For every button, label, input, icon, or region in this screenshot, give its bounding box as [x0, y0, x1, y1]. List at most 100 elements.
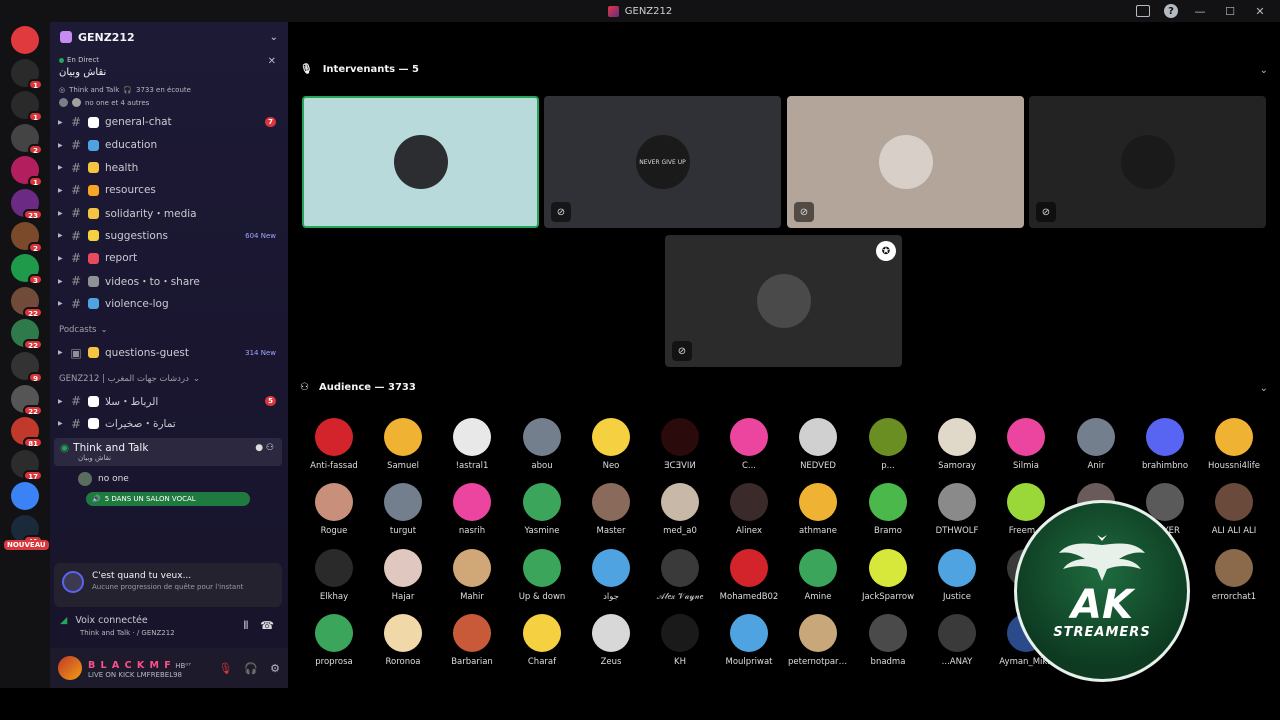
audience-member[interactable]: Elkhay — [304, 549, 364, 602]
server-sf-2[interactable]: 1 — [11, 91, 43, 123]
gear-icon[interactable]: ⚙ — [270, 662, 280, 675]
audience-member[interactable]: Rogue — [304, 483, 364, 536]
audience-member[interactable]: Neo — [581, 418, 641, 471]
audience-member[interactable]: Moulpriwat — [719, 614, 779, 667]
server-sf-1[interactable]: 1 — [11, 58, 43, 90]
audience-member[interactable]: Houssni4life — [1204, 418, 1264, 471]
audience-member[interactable]: JackSparrow — [858, 549, 918, 602]
help-icon[interactable]: ? — [1164, 4, 1178, 18]
audience-member[interactable]: ...ANAY — [927, 614, 987, 667]
discord-home[interactable] — [11, 26, 39, 54]
channel-item[interactable]: ▶ # general-chat 7 — [50, 111, 288, 134]
speaker-4-tile[interactable]: ⊘ — [1029, 96, 1266, 228]
audience-member[interactable]: Charaf — [512, 614, 572, 667]
server-7[interactable]: 3 — [11, 254, 43, 286]
audience-member[interactable]: Mahir — [442, 549, 502, 602]
channel-item[interactable]: ▶ # education — [50, 134, 288, 157]
speakers-header[interactable]: 🎙 Intervenants — 5 — [300, 64, 419, 75]
category-podcasts[interactable]: Podcasts ⌄ — [50, 315, 288, 341]
audience-member[interactable]: C... — [719, 418, 779, 471]
speaker-5-tile[interactable]: ⊘ ✪ — [665, 235, 902, 367]
guild-header[interactable]: GENZ212 ⌄ — [50, 22, 288, 52]
audience-member[interactable]: bnadma — [858, 614, 918, 667]
audience-member[interactable]: proprosa — [304, 614, 364, 667]
audience-member[interactable]: p... — [858, 418, 918, 471]
audience-member[interactable]: brahimbno — [1135, 418, 1195, 471]
audience-member[interactable]: MohamedB02 — [719, 549, 779, 602]
audience-member[interactable]: Samuel — [373, 418, 433, 471]
audience-member[interactable]: Justice — [927, 549, 987, 602]
audience-member[interactable]: KH — [650, 614, 710, 667]
audience-member[interactable]: Master — [581, 483, 641, 536]
channel-item[interactable]: ▶ # violence-log — [50, 293, 288, 316]
server-11[interactable]: 22 — [11, 384, 43, 416]
server-12[interactable]: 81 — [11, 417, 43, 449]
server-14[interactable] — [11, 482, 39, 511]
headphones-icon[interactable]: 🎧 — [244, 662, 258, 675]
channel-item[interactable]: ▶ # تمارة・صخيرات — [50, 413, 288, 436]
audience-member[interactable]: med_a0 — [650, 483, 710, 536]
speaker-3-tile[interactable]: ⊘ — [787, 96, 1024, 228]
channel-item[interactable]: ▶ # report — [50, 247, 288, 270]
audience-member[interactable]: Hajar — [373, 549, 433, 602]
chat-icon[interactable]: ● ⚇ — [255, 443, 274, 453]
audience-member[interactable]: ƎᑕƎVIИ — [650, 418, 710, 471]
voice-channel-think-and-talk[interactable]: ◉ Think and Talk نقاش وبيان ● ⚇ — [54, 438, 282, 467]
speaker-1-tile[interactable] — [302, 96, 539, 228]
avatar[interactable] — [58, 656, 82, 680]
voice-count-banner[interactable]: 🔊 5 DANS UN SALON VOCAL — [86, 492, 250, 507]
inbox-icon[interactable] — [1136, 5, 1150, 17]
close-window-button[interactable]: ✕ — [1252, 3, 1268, 19]
chevron-down-icon[interactable]: ⌄ — [1260, 383, 1268, 394]
channel-item[interactable]: ▶ # suggestions 604 New — [50, 224, 288, 247]
audience-member[interactable]: nasrih — [442, 483, 502, 536]
server-13[interactable]: 17 — [11, 449, 43, 481]
audience-member[interactable]: !astral1 — [442, 418, 502, 471]
channel-item[interactable]: ▶ # الرباط・سلا 5 — [50, 390, 288, 413]
server-6[interactable]: 2 — [11, 221, 43, 253]
audience-member[interactable]: جواد — [581, 549, 641, 602]
minimize-button[interactable]: — — [1192, 3, 1208, 19]
audience-member[interactable]: Anti-fassad — [304, 418, 364, 471]
quest-card[interactable]: C'est quand tu veux... Aucune progressio… — [54, 563, 282, 607]
channel-questions-guest[interactable]: ▶ ▣ questions-guest 314 New — [50, 341, 288, 364]
channel-item[interactable]: ▶ # resources — [50, 179, 288, 202]
server-15[interactable]: 41 — [11, 514, 43, 546]
audience-member[interactable]: Bramo — [858, 483, 918, 536]
chevron-down-icon[interactable]: ⌄ — [270, 32, 278, 43]
audience-member[interactable]: Alinex — [719, 483, 779, 536]
category-genz[interactable]: GENZ212 | دردشات جهات المغرب ⌄ — [50, 364, 288, 390]
audience-member[interactable]: NEDVED — [788, 418, 848, 471]
audience-member[interactable]: Roronoa — [373, 614, 433, 667]
audience-member[interactable]: errorchat1 — [1204, 549, 1264, 602]
audience-member[interactable]: turgut — [373, 483, 433, 536]
audience-member[interactable]: athmane — [788, 483, 848, 536]
server-genz[interactable]: 23 — [11, 188, 43, 220]
chevron-down-icon[interactable]: ⌄ — [1260, 65, 1268, 76]
audience-member[interactable]: ALI ALI ALI — [1204, 483, 1264, 536]
server-8[interactable]: 22 — [11, 286, 43, 318]
audience-member[interactable]: DTHWOLF — [927, 483, 987, 536]
channel-item[interactable]: ▶ # solidarity・media — [50, 202, 288, 225]
maximize-button[interactable]: ☐ — [1222, 3, 1238, 19]
speaker-2-tile[interactable]: NEVER GIVE UP ⊘ — [544, 96, 781, 228]
channel-item[interactable]: ▶ # health — [50, 156, 288, 179]
close-icon[interactable]: ✕ — [268, 56, 276, 67]
live-stage-card[interactable]: En Direct ✕ نقاش وبيان ◎ Think and Talk … — [50, 52, 288, 111]
server-10[interactable]: 9 — [11, 351, 43, 383]
soundboard-icon[interactable]: ⦀ — [243, 619, 248, 633]
member-row[interactable]: no one — [50, 466, 288, 487]
audience-member[interactable]: Samoray — [927, 418, 987, 471]
audience-member[interactable]: abou — [512, 418, 572, 471]
audience-header[interactable]: ⚇ Audience — 3733 — [300, 382, 416, 393]
audience-member[interactable]: Amine — [788, 549, 848, 602]
audience-member[interactable]: Yasmine — [512, 483, 572, 536]
audience-member[interactable]: Zeus — [581, 614, 641, 667]
audience-member[interactable]: peternotparker — [788, 614, 848, 667]
audience-member[interactable]: Up & down — [512, 549, 572, 602]
server-9[interactable]: 22 — [11, 319, 43, 351]
server-p[interactable]: 1 — [11, 156, 43, 188]
channel-item[interactable]: ▶ # videos・to・share — [50, 270, 288, 293]
disconnect-icon[interactable]: ☎ — [260, 619, 274, 633]
audience-member[interactable]: 𝒜𝓁𝑒𝓍 𝒱𝒶𝓎𝓃𝑒 — [650, 549, 710, 602]
